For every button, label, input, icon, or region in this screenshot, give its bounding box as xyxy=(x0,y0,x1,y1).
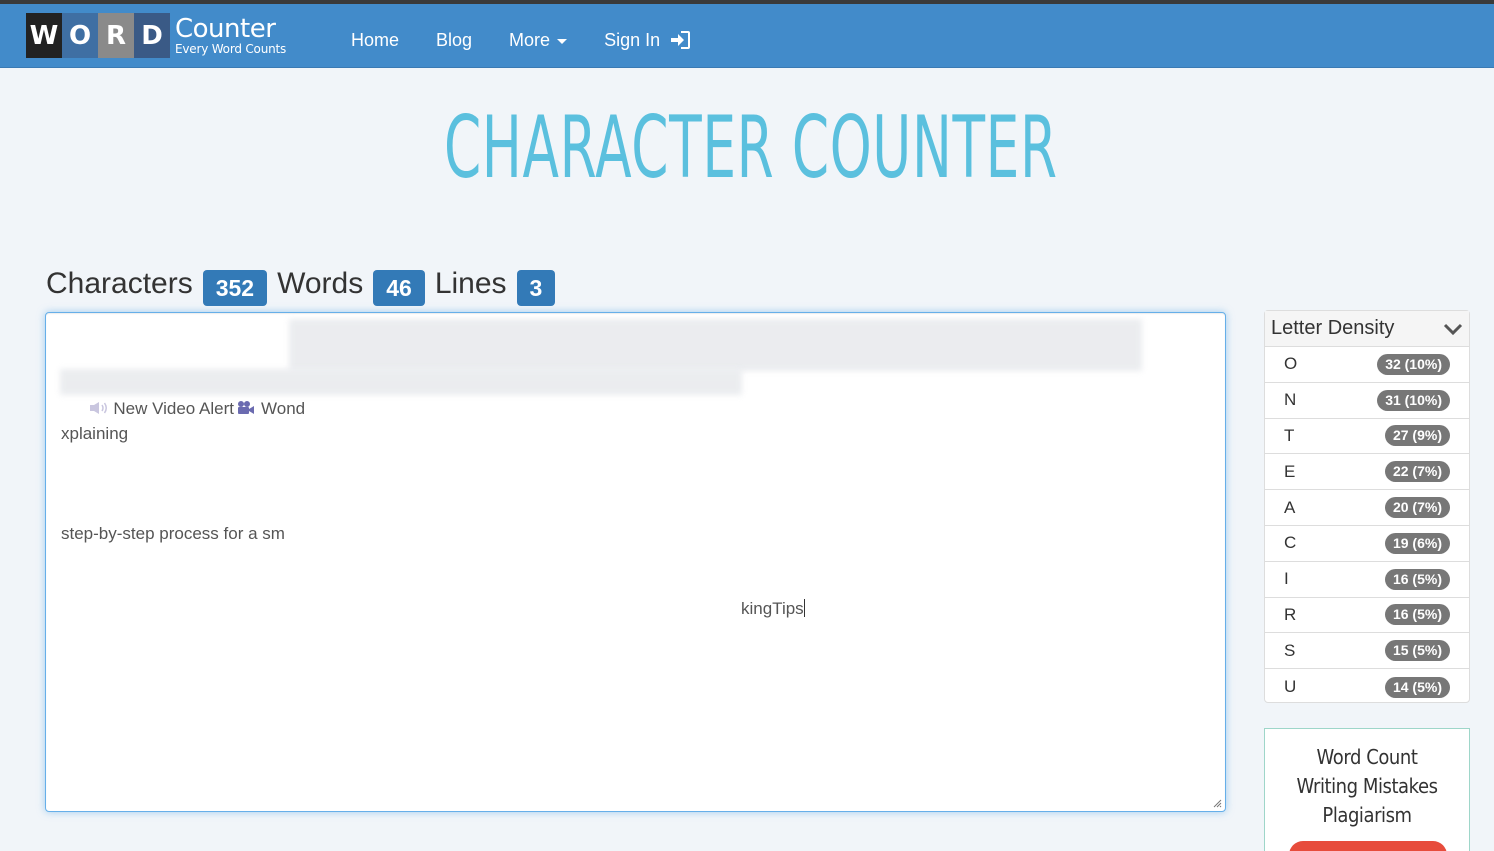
density-count-badge: 19 (6%) xyxy=(1384,532,1450,554)
page-title: CHARACTER COUNTER xyxy=(443,98,1058,198)
words-count-badge: 46 xyxy=(373,270,425,306)
density-row: U 14 (5%) xyxy=(1265,669,1469,705)
redacted-region-2 xyxy=(60,369,742,395)
logo-tile-r: R xyxy=(98,13,134,58)
words-label: Words xyxy=(277,267,364,300)
nav-signin-link[interactable]: Sign In xyxy=(604,29,691,51)
editor-line-2: step-by-step process for a sm xyxy=(61,521,1210,546)
speaker-icon xyxy=(90,402,108,414)
nav-home-link[interactable]: Home xyxy=(351,30,399,51)
editor-text-line3-end: kingTips xyxy=(741,599,804,618)
logo-tiles: W O R D xyxy=(26,13,170,58)
chevron-down-icon[interactable] xyxy=(1443,322,1463,336)
nav-blog-link[interactable]: Blog xyxy=(436,30,472,51)
caret-down-icon xyxy=(557,39,568,44)
density-letter: N xyxy=(1284,390,1297,410)
main-nav: Home Blog More Sign In xyxy=(351,8,727,72)
logo-name: Counter xyxy=(175,14,276,44)
nav-blog-label: Blog xyxy=(436,29,473,50)
density-row: O 32 (10%) xyxy=(1265,347,1469,383)
editor-text-line1-end: xplaining xyxy=(61,424,129,443)
sign-in-icon xyxy=(671,31,691,49)
letter-density-panel: Letter Density O 32 (10%) N 31 (10%) T 27 (… xyxy=(1264,310,1470,703)
density-letter: T xyxy=(1284,425,1295,445)
site-logo[interactable]: W O R D Counter Every Word Counts xyxy=(26,13,286,58)
density-letter: S xyxy=(1284,640,1296,660)
density-letter: O xyxy=(1284,354,1298,374)
video-camera-icon xyxy=(238,401,254,414)
density-letter: R xyxy=(1284,604,1297,624)
logo-tagline: Every Word Counts xyxy=(175,42,287,56)
density-count-badge: 16 (5%) xyxy=(1384,568,1450,590)
density-count-badge: 32 (10%) xyxy=(1377,353,1450,375)
density-count-badge: 15 (5%) xyxy=(1384,640,1450,662)
density-row: R 16 (5%) xyxy=(1265,598,1469,634)
density-letter: U xyxy=(1284,677,1297,697)
density-letter: E xyxy=(1284,461,1296,481)
density-row: T 27 (9%) xyxy=(1265,419,1469,455)
editor-text-partial: Wond xyxy=(261,399,306,418)
logo-tile-o: O xyxy=(62,13,98,58)
nav-home-label: Home xyxy=(351,29,400,50)
density-row: I 16 (5%) xyxy=(1265,562,1469,598)
density-row: C 19 (6%) xyxy=(1265,526,1469,562)
text-input-area[interactable]: New Video Alert Wond xplaining step-by-st… xyxy=(45,312,1226,812)
logo-tile-d: D xyxy=(134,13,170,58)
density-count-badge: 16 (5%) xyxy=(1384,604,1450,626)
density-row: E 22 (7%) xyxy=(1265,454,1469,491)
nav-more-dropdown[interactable]: More xyxy=(509,29,568,51)
density-letter: A xyxy=(1284,497,1296,517)
nav-signin-label: Sign In xyxy=(604,29,661,50)
characters-label: Characters xyxy=(46,267,193,300)
navbar: W O R D Counter Every Word Counts Home B… xyxy=(0,4,1494,68)
lines-label: Lines xyxy=(434,267,507,300)
resize-handle-icon[interactable] xyxy=(1212,798,1222,808)
characters-count-badge: 352 xyxy=(202,270,268,306)
letter-density-header[interactable]: Letter Density xyxy=(1265,311,1469,347)
promo-line-writing-mistakes: Writing Mistakes xyxy=(1296,774,1438,798)
editor-text-line2: step-by-step process for a sm xyxy=(61,524,285,543)
stats-bar: Characters 352 Words 46 Lines 3 xyxy=(46,262,565,306)
density-row: N 31 (10%) xyxy=(1265,383,1469,419)
density-count-badge: 22 (7%) xyxy=(1384,461,1450,483)
promo-box: Word Count Writing Mistakes Plagiarism xyxy=(1264,728,1470,851)
density-count-badge: 27 (9%) xyxy=(1384,425,1450,447)
lines-count-badge: 3 xyxy=(516,270,556,306)
text-cursor xyxy=(803,599,805,617)
logo-tile-w: W xyxy=(26,13,62,58)
density-row: A 20 (7%) xyxy=(1265,490,1469,526)
density-count-badge: 20 (7%) xyxy=(1384,497,1450,519)
promo-line-word-count: Word Count xyxy=(1316,745,1418,769)
redacted-region-1 xyxy=(289,319,1142,371)
density-letter: C xyxy=(1284,533,1297,553)
density-count-badge: 31 (10%) xyxy=(1377,389,1450,411)
editor-line-3: kingTips xyxy=(61,596,1210,621)
logo-text: Counter Every Word Counts xyxy=(175,16,286,55)
letter-density-title: Letter Density xyxy=(1271,317,1395,339)
density-count-badge: 14 (5%) xyxy=(1384,676,1450,698)
promo-line-plagiarism: Plagiarism xyxy=(1322,803,1412,827)
editor-text-alert: New Video Alert xyxy=(113,399,234,418)
nav-more-label: More xyxy=(509,29,551,50)
density-row: S 15 (5%) xyxy=(1265,633,1469,670)
density-letter: I xyxy=(1284,569,1289,589)
promo-cta-button[interactable] xyxy=(1289,841,1447,851)
